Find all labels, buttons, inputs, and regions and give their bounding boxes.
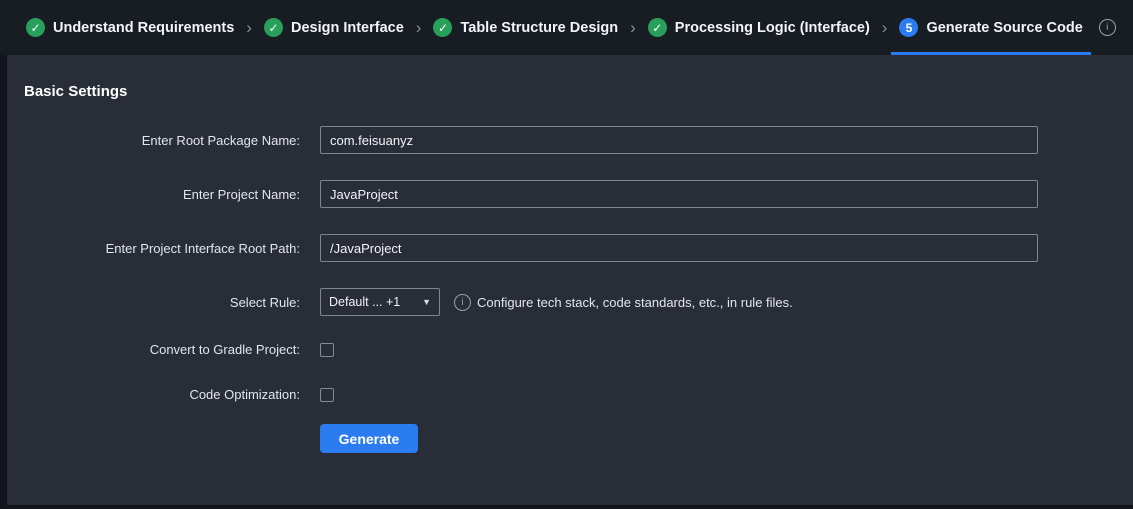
generate-button[interactable]: Generate bbox=[320, 424, 418, 453]
stepper: ✓ Understand Requirements › ✓ Design Int… bbox=[0, 0, 1133, 55]
field-label: Enter Root Package Name: bbox=[17, 133, 320, 148]
panel-title: Basic Settings bbox=[24, 83, 1123, 100]
rule-hint-text: Configure tech stack, code standards, et… bbox=[477, 295, 793, 310]
basic-settings-panel: Basic Settings Enter Root Package Name: … bbox=[7, 55, 1133, 505]
step-label: Understand Requirements bbox=[53, 20, 234, 36]
step-design-interface[interactable]: ✓ Design Interface bbox=[254, 0, 414, 55]
step-label: Table Structure Design bbox=[460, 20, 618, 36]
form-row-root-package: Enter Root Package Name: bbox=[17, 126, 1123, 154]
field-label: Enter Project Name: bbox=[17, 187, 320, 202]
check-circle-icon: ✓ bbox=[648, 18, 667, 37]
caret-down-icon: ▼ bbox=[422, 297, 431, 307]
form-row-code-optimization: Code Optimization: bbox=[17, 387, 1123, 402]
field-label: Code Optimization: bbox=[17, 387, 320, 402]
check-circle-icon: ✓ bbox=[26, 18, 45, 37]
step-processing-logic-interface[interactable]: ✓ Processing Logic (Interface) bbox=[638, 0, 880, 55]
code-optimization-checkbox[interactable] bbox=[320, 388, 334, 402]
check-circle-icon: ✓ bbox=[433, 18, 452, 37]
step-label: Generate Source Code bbox=[926, 20, 1082, 36]
form-row-select-rule: Select Rule: Default ... +1 ▼ i Configur… bbox=[17, 288, 1123, 316]
check-circle-icon: ✓ bbox=[264, 18, 283, 37]
chevron-separator-icon: › bbox=[246, 19, 252, 36]
form-row-project-name: Enter Project Name: bbox=[17, 180, 1123, 208]
chevron-separator-icon: › bbox=[416, 19, 422, 36]
field-label: Enter Project Interface Root Path: bbox=[17, 241, 320, 256]
info-icon: i bbox=[454, 294, 471, 311]
rule-hint: i Configure tech stack, code standards, … bbox=[454, 294, 793, 311]
project-name-input[interactable] bbox=[320, 180, 1038, 208]
chevron-separator-icon: › bbox=[882, 19, 888, 36]
rule-select-value: Default ... +1 bbox=[329, 295, 400, 309]
step-info-icon[interactable]: i bbox=[1099, 19, 1116, 36]
step-number-badge: 5 bbox=[899, 18, 918, 37]
step-table-structure-design[interactable]: ✓ Table Structure Design bbox=[423, 0, 628, 55]
rule-select[interactable]: Default ... +1 ▼ bbox=[320, 288, 440, 316]
root-package-name-input[interactable] bbox=[320, 126, 1038, 154]
field-label: Select Rule: bbox=[17, 295, 320, 310]
step-generate-source-code[interactable]: 5 Generate Source Code bbox=[889, 0, 1092, 55]
project-interface-root-path-input[interactable] bbox=[320, 234, 1038, 262]
form-row-interface-root-path: Enter Project Interface Root Path: bbox=[17, 234, 1123, 262]
step-label: Processing Logic (Interface) bbox=[675, 20, 870, 36]
step-understand-requirements[interactable]: ✓ Understand Requirements bbox=[16, 0, 244, 55]
field-label: Convert to Gradle Project: bbox=[17, 342, 320, 357]
convert-to-gradle-checkbox[interactable] bbox=[320, 343, 334, 357]
chevron-separator-icon: › bbox=[630, 19, 636, 36]
step-label: Design Interface bbox=[291, 20, 404, 36]
form-row-gradle: Convert to Gradle Project: bbox=[17, 342, 1123, 357]
